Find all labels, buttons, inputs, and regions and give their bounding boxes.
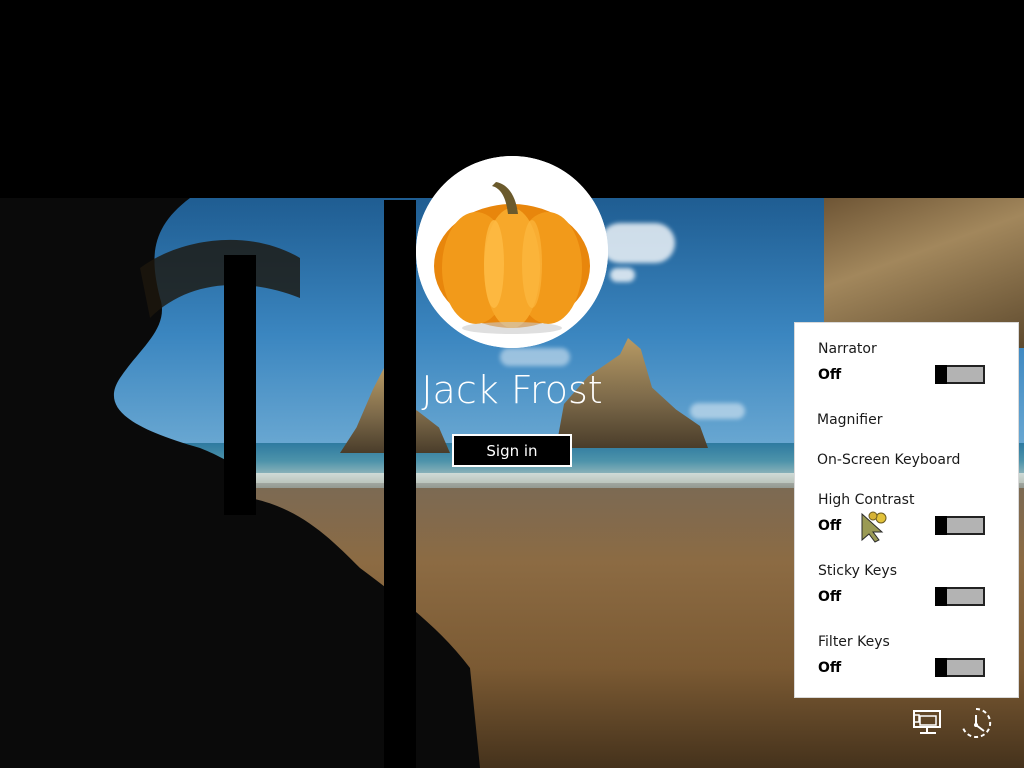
- username: Jack Frost: [421, 368, 603, 412]
- toggle-thumb: [935, 587, 947, 606]
- busy-cursor-icon: [861, 511, 887, 543]
- option-state: Off: [818, 367, 842, 383]
- option-label: Sticky Keys: [818, 563, 897, 579]
- narrator-toggle[interactable]: [935, 365, 985, 384]
- on-screen-keyboard-link[interactable]: On-Screen Keyboard: [817, 452, 960, 468]
- cloud: [600, 223, 675, 263]
- option-state: Off: [818, 518, 842, 534]
- option-state: Off: [818, 589, 842, 605]
- sticky-keys-toggle[interactable]: [935, 587, 985, 606]
- option-state: Off: [818, 660, 842, 676]
- ease-of-access-icon[interactable]: [958, 706, 994, 740]
- toggle-thumb: [935, 365, 947, 384]
- magnifier-link[interactable]: Magnifier: [817, 412, 883, 428]
- user-avatar: [416, 156, 608, 348]
- sign-in-button[interactable]: Sign in: [452, 434, 572, 467]
- network-icon[interactable]: [912, 709, 944, 737]
- cloud: [500, 348, 570, 366]
- cloud: [610, 268, 635, 282]
- option-label: Narrator: [818, 341, 877, 357]
- toggle-thumb: [935, 658, 947, 677]
- frame-bar: [224, 255, 256, 515]
- option-label: Filter Keys: [818, 634, 890, 650]
- option-label: High Contrast: [818, 492, 915, 508]
- ease-of-access-flyout: Narrator Off Magnifier On-Screen Keyboar…: [794, 322, 1019, 698]
- frame-bar: [384, 200, 416, 768]
- toggle-thumb: [935, 516, 947, 535]
- filter-keys-toggle[interactable]: [935, 658, 985, 677]
- high-contrast-toggle[interactable]: [935, 516, 985, 535]
- lock-screen: Jack Frost Sign in Narrator Off Magnifie…: [0, 0, 1024, 768]
- cloud: [690, 403, 745, 419]
- pumpkin-avatar-icon: [416, 156, 608, 348]
